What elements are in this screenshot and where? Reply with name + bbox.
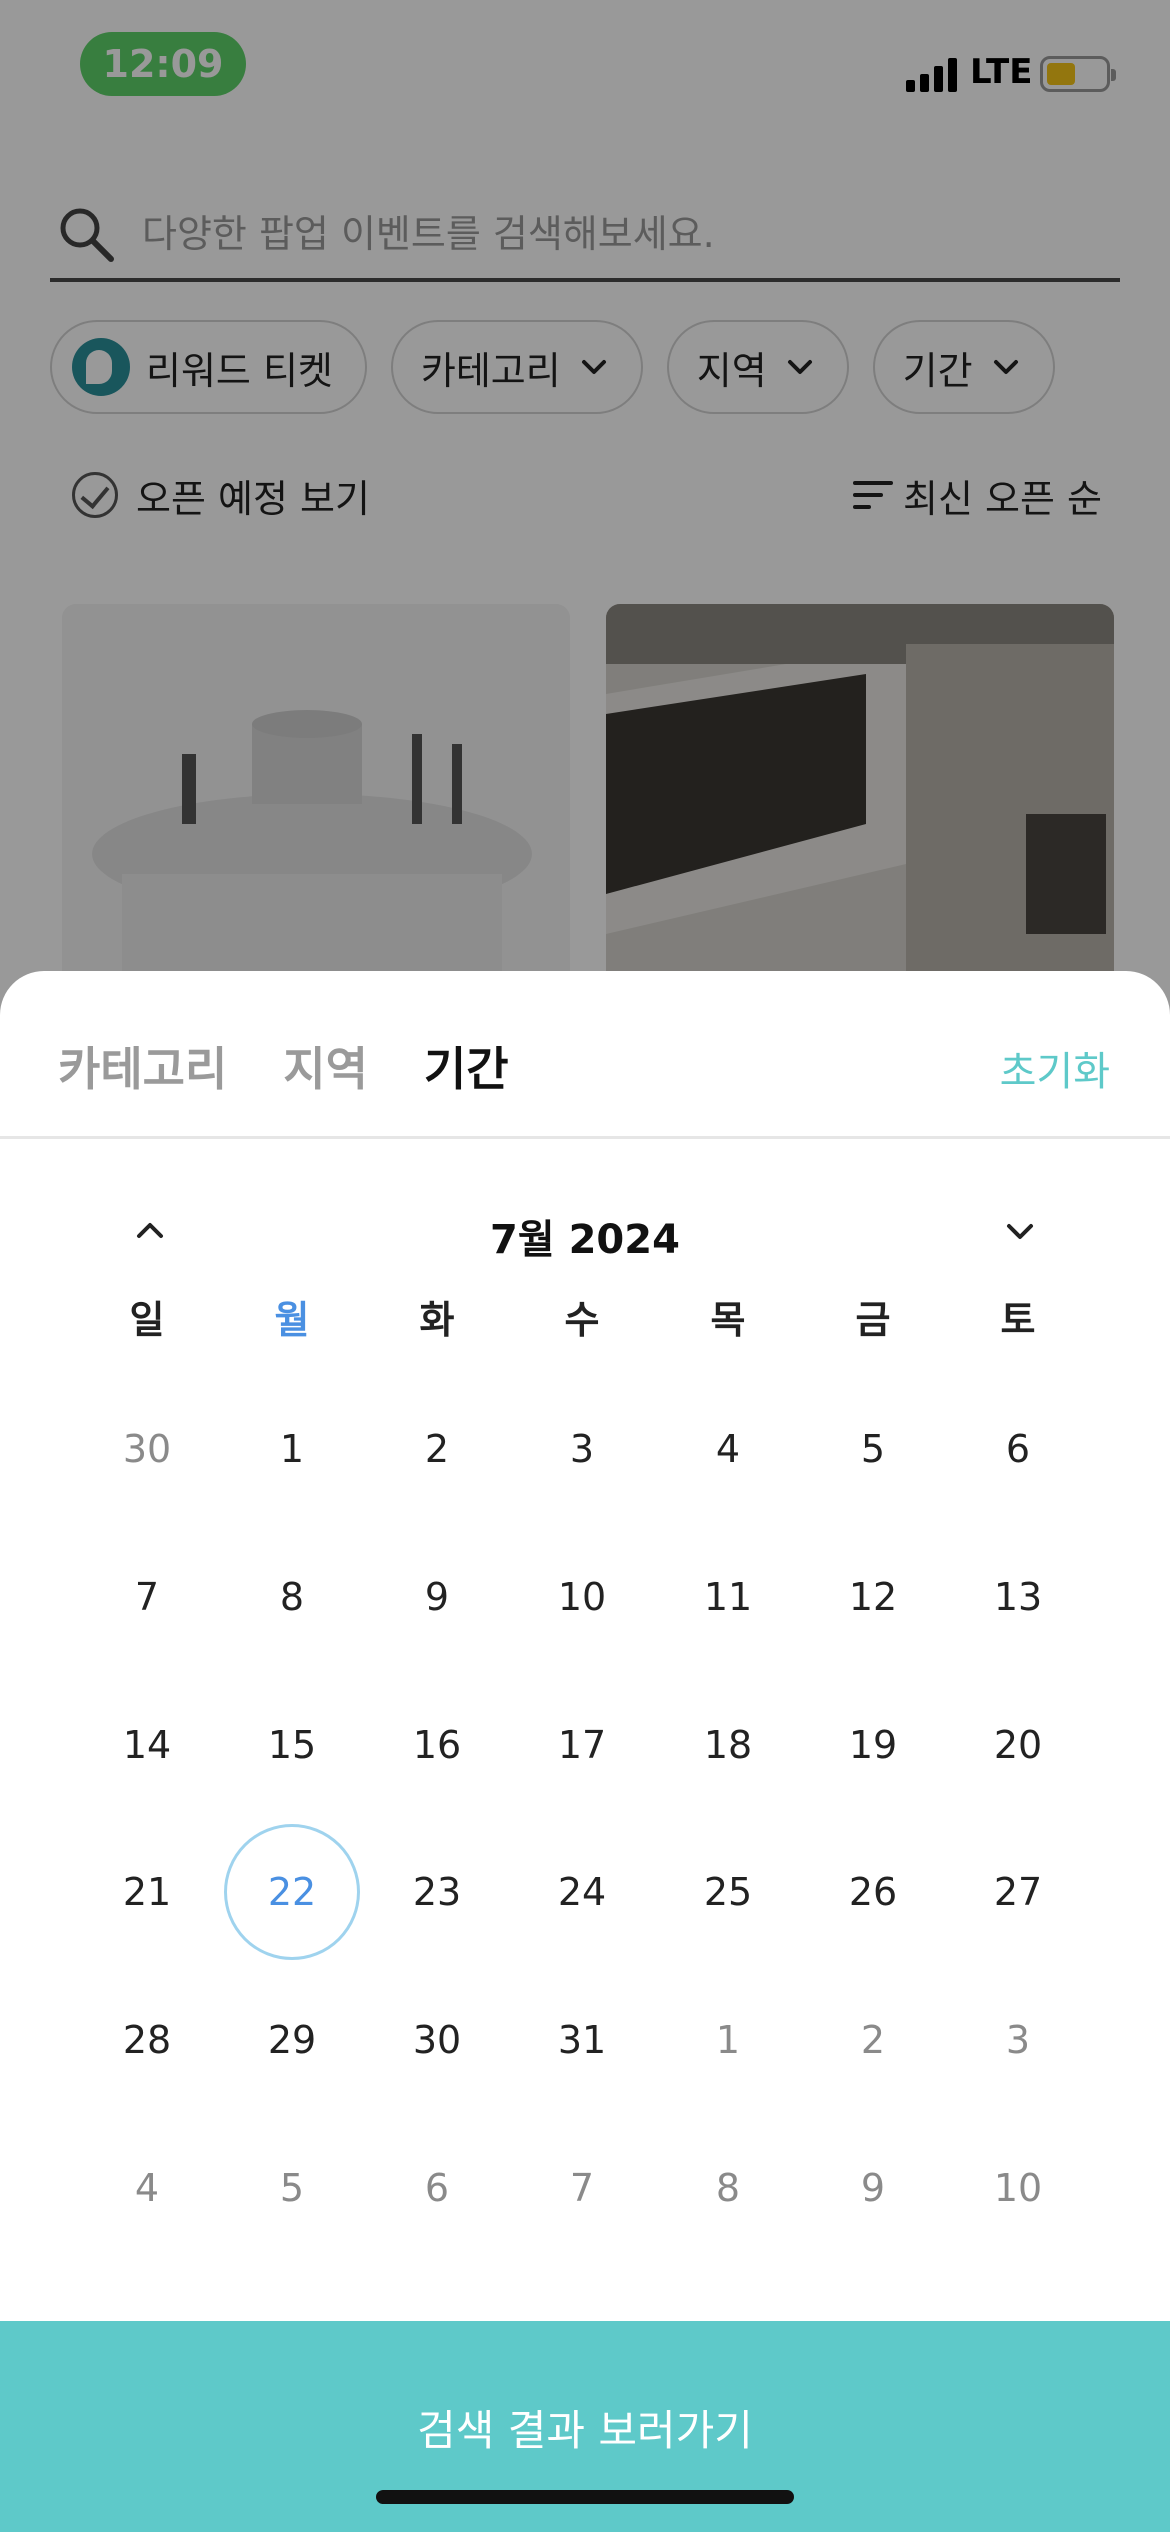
weekday-label: 수	[564, 1298, 600, 1342]
weekday-header: 일월화수목금토	[0, 1289, 1170, 1359]
calendar-day[interactable]: 13	[950, 1529, 1086, 1665]
calendar-day[interactable]: 16	[369, 1677, 505, 1813]
calendar-day[interactable]: 24	[514, 1824, 650, 1960]
calendar-day[interactable]: 27	[950, 1824, 1086, 1960]
calendar-day[interactable]: 12	[805, 1529, 941, 1665]
calendar-day[interactable]: 1	[224, 1381, 360, 1517]
calendar-day[interactable]: 2	[369, 1381, 505, 1517]
weekday-label: 화	[419, 1298, 455, 1342]
home-indicator	[376, 2490, 794, 2504]
calendar-day[interactable]: 8	[660, 2120, 796, 2256]
calendar-day[interactable]: 3	[514, 1381, 650, 1517]
weekday-label: 토	[1000, 1298, 1036, 1342]
calendar-day[interactable]: 15	[224, 1677, 360, 1813]
calendar-day[interactable]: 3	[950, 1972, 1086, 2108]
calendar-day[interactable]: 10	[514, 1529, 650, 1665]
calendar-day[interactable]: 30	[79, 1381, 215, 1517]
filter-bottom-sheet: 카테고리 지역 기간 초기화 7월 2024 일월화수목금토 30 1 2 3 4 5 6 7…	[0, 971, 1170, 2532]
calendar-day-today[interactable]: 22	[224, 1824, 360, 1960]
calendar-day[interactable]: 28	[79, 1972, 215, 2108]
calendar-day[interactable]: 19	[805, 1677, 941, 1813]
month-navigation: 7월 2024	[0, 1191, 1170, 1271]
calendar-day[interactable]: 14	[79, 1677, 215, 1813]
calendar-day[interactable]: 2	[805, 1972, 941, 2108]
calendar-day[interactable]: 4	[660, 1381, 796, 1517]
tab-category[interactable]: 카테고리	[58, 1033, 227, 1099]
calendar-day[interactable]: 31	[514, 1972, 650, 2108]
weekday-label: 금	[855, 1298, 891, 1342]
calendar-day[interactable]: 7	[79, 1529, 215, 1665]
tab-period[interactable]: 기간	[424, 1033, 509, 1099]
calendar-day[interactable]: 29	[224, 1972, 360, 2108]
calendar-day[interactable]: 5	[224, 2120, 360, 2256]
calendar-day[interactable]: 11	[660, 1529, 796, 1665]
weekday-label: 목	[710, 1298, 746, 1342]
tab-region[interactable]: 지역	[283, 1033, 368, 1099]
calendar-day[interactable]: 23	[369, 1824, 505, 1960]
calendar-day[interactable]: 25	[660, 1824, 796, 1960]
calendar-day[interactable]: 30	[369, 1972, 505, 2108]
calendar-day[interactable]: 10	[950, 2120, 1086, 2256]
calendar-day[interactable]: 20	[950, 1677, 1086, 1813]
view-results-label: 검색 결과 보러가기	[417, 2406, 753, 2455]
calendar-day[interactable]: 6	[369, 2120, 505, 2256]
divider	[0, 1136, 1170, 1139]
reset-button[interactable]: 초기화	[1000, 1039, 1110, 1097]
calendar-day[interactable]: 4	[79, 2120, 215, 2256]
calendar-day[interactable]: 5	[805, 1381, 941, 1517]
sheet-tabs: 카테고리 지역 기간	[58, 1033, 509, 1099]
calendar-day[interactable]: 17	[514, 1677, 650, 1813]
calendar-day[interactable]: 7	[514, 2120, 650, 2256]
calendar-day[interactable]: 26	[805, 1824, 941, 1960]
calendar-day[interactable]: 9	[369, 1529, 505, 1665]
weekday-label: 월	[274, 1298, 310, 1342]
calendar-day[interactable]: 21	[79, 1824, 215, 1960]
calendar-day[interactable]: 6	[950, 1381, 1086, 1517]
calendar-day[interactable]: 18	[660, 1677, 796, 1813]
calendar-day[interactable]: 1	[660, 1972, 796, 2108]
chevron-down-icon	[1007, 1224, 1033, 1239]
calendar-day[interactable]: 8	[224, 1529, 360, 1665]
weekday-label: 일	[129, 1298, 165, 1342]
calendar-day[interactable]: 9	[805, 2120, 941, 2256]
next-month-button[interactable]	[990, 1201, 1050, 1261]
